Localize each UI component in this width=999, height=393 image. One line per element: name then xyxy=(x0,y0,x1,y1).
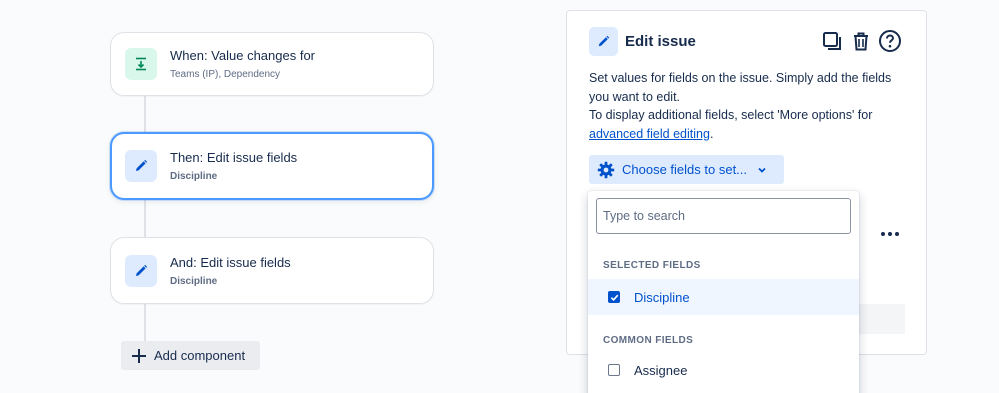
action2-title: And: Edit issue fields xyxy=(170,254,291,270)
description-line-2: To display additional fields, select 'Mo… xyxy=(589,108,873,122)
pencil-icon xyxy=(125,150,157,182)
action1-title: Then: Edit issue fields xyxy=(170,150,298,165)
help-icon xyxy=(879,30,901,52)
more-icon xyxy=(881,232,899,236)
action-card-edit-issue-1[interactable]: Then: Edit issue fields Discipline xyxy=(110,132,434,200)
plus-icon xyxy=(132,348,146,363)
common-fields-heading: COMMON FIELDS xyxy=(603,335,694,346)
link-suffix: . xyxy=(709,126,714,141)
field-option-discipline[interactable]: Discipline xyxy=(588,279,859,315)
flow-connector xyxy=(144,304,146,342)
flow-connector xyxy=(144,200,146,238)
copy-button[interactable] xyxy=(819,28,845,54)
advanced-field-editing-link[interactable]: advanced field editing xyxy=(589,127,710,141)
pencil-icon xyxy=(589,27,618,56)
field-row-background xyxy=(857,304,905,334)
trigger-card[interactable]: When: Value changes for Teams (IP), Depe… xyxy=(110,32,434,96)
delete-button[interactable] xyxy=(848,28,874,54)
gear-icon xyxy=(597,161,615,178)
value-change-icon xyxy=(125,48,157,80)
choose-fields-label: Choose fields to set... xyxy=(622,162,748,177)
add-component-label: Add component xyxy=(154,348,246,363)
more-options-button[interactable] xyxy=(879,223,901,245)
description-line-1: Set values for fields on the issue. Simp… xyxy=(589,71,892,104)
panel-title: Edit issue xyxy=(625,33,696,50)
action-card-edit-issue-2[interactable]: And: Edit issue fields Discipline xyxy=(110,237,434,304)
add-component-button[interactable]: Add component xyxy=(121,341,260,370)
pencil-icon xyxy=(125,254,157,287)
selected-fields-heading: SELECTED FIELDS xyxy=(603,260,701,271)
automation-canvas: When: Value changes for Teams (IP), Depe… xyxy=(0,0,999,393)
choose-fields-button[interactable]: Choose fields to set... xyxy=(589,155,784,184)
chevron-down-icon xyxy=(758,167,766,173)
field-search-input[interactable] xyxy=(596,198,851,234)
panel-description: Set values for fields on the issue. Simp… xyxy=(589,69,909,143)
checkbox-unchecked[interactable] xyxy=(608,364,620,376)
trigger-title: When: Value changes for xyxy=(170,48,316,63)
help-button[interactable] xyxy=(877,28,903,54)
action2-subtitle: Discipline xyxy=(170,275,218,287)
fields-dropdown: SELECTED FIELDS Discipline COMMON FIELDS… xyxy=(588,191,859,393)
flow-connector xyxy=(144,96,146,132)
field-option-label: Discipline xyxy=(634,289,690,305)
field-option-label: Assignee xyxy=(634,362,688,378)
field-option-assignee[interactable]: Assignee xyxy=(588,352,859,388)
trash-icon xyxy=(854,32,868,51)
check-icon xyxy=(610,294,618,301)
action1-subtitle: Discipline xyxy=(170,171,218,182)
copy-icon xyxy=(823,32,841,50)
trigger-subtitle: Teams (IP), Dependency xyxy=(170,69,281,80)
checkbox-checked[interactable] xyxy=(608,291,620,303)
